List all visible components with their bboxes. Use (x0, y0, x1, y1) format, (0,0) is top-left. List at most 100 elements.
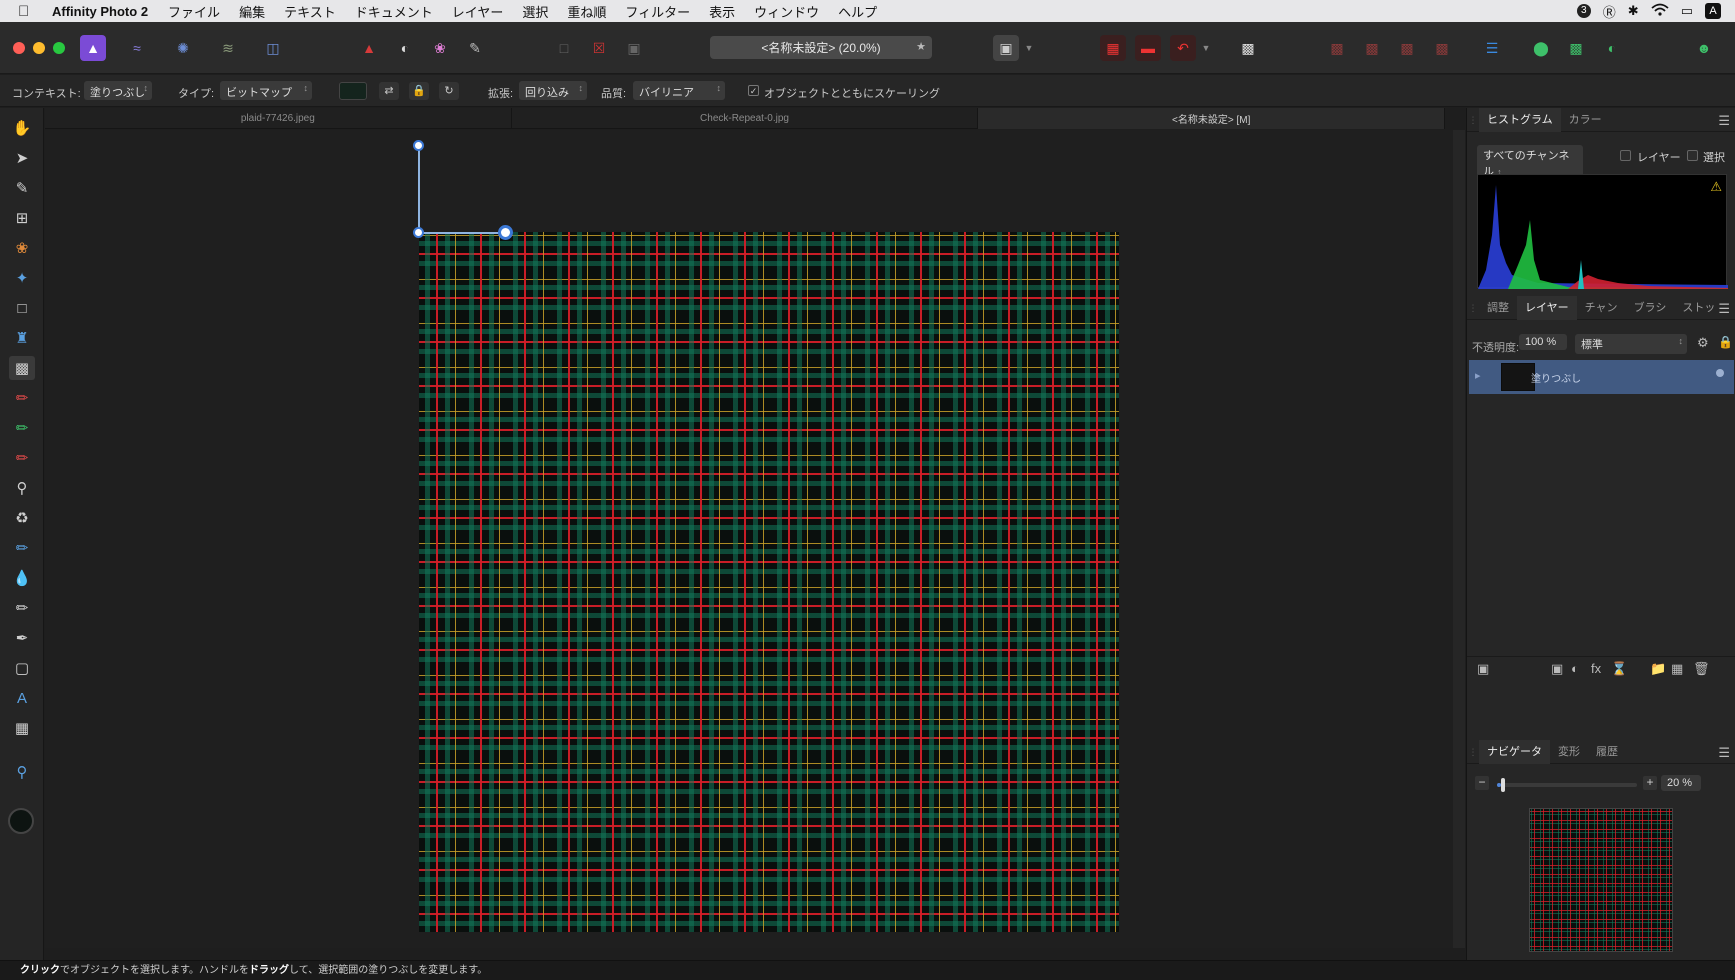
healing-brush-tool-icon[interactable]: ✏ (9, 536, 35, 560)
hand-tool-icon[interactable]: ✋ (9, 116, 35, 140)
zoom-slider-knob[interactable] (1501, 778, 1505, 792)
tab-untitled[interactable]: <名称未設定> [M] (978, 108, 1446, 129)
tone-mapping-persona-icon[interactable]: ≋ (215, 35, 241, 61)
menu-edit[interactable]: 編集 (239, 2, 265, 21)
tab-check-repeat[interactable]: Check-Repeat-0.jpg (512, 108, 979, 129)
fill-handle-right[interactable] (498, 225, 513, 240)
menu-select[interactable]: 選択 (522, 2, 548, 21)
dodge-tool-icon[interactable]: ⚲ (9, 476, 35, 500)
tab-stock[interactable]: ストッ (1674, 296, 1723, 320)
tab-color[interactable]: カラー (1561, 108, 1610, 132)
tab-layers[interactable]: レイヤー (1517, 295, 1577, 320)
arrange-back-icon[interactable]: ▩ (1324, 35, 1350, 61)
zoom-tool-icon[interactable]: ⚲ (9, 760, 35, 784)
paint-brush-tool-icon[interactable]: ✏ (9, 386, 35, 410)
arrange-backward-icon[interactable]: ▩ (1359, 35, 1385, 61)
tab-navigator[interactable]: ナビゲータ (1479, 739, 1550, 764)
delete-layer-icon[interactable]: 🗑 (1693, 661, 1710, 677)
minimize-window-button[interactable] (33, 42, 45, 54)
smudge-brush-tool-icon[interactable]: ✏ (9, 596, 35, 620)
lock-aspect-icon[interactable]: 🔒 (409, 82, 429, 100)
document-title[interactable]: <名称未設定> (20.0%) ★ (710, 36, 932, 59)
gradient-tool-icon[interactable]: ▩ (9, 356, 35, 380)
assistant-icon[interactable]: ▬ (1135, 35, 1161, 61)
boolean-intersect-icon[interactable]: ◐ (1599, 35, 1625, 61)
panel-grip-icon[interactable]: ⋮ (1467, 108, 1479, 132)
layer-row[interactable]: ▸ 塗りつぶし (1469, 360, 1734, 394)
account-icon[interactable]: ☻ (1691, 35, 1717, 61)
zoom-window-button[interactable] (53, 42, 65, 54)
fx-icon[interactable]: fx (1591, 661, 1601, 676)
vertical-scrollbar[interactable] (1453, 130, 1465, 948)
add-group-icon[interactable]: 📁 (1650, 661, 1666, 677)
copyright-icon[interactable]: Ⓡ (1603, 2, 1616, 21)
quality-dropdown[interactable]: バイリニア ↕ (633, 81, 725, 100)
auto-contrast-icon[interactable]: ◐ (392, 35, 418, 61)
context-dropdown[interactable]: 塗りつぶし ↕ (84, 81, 152, 100)
badge-3-icon[interactable]: 3 (1576, 4, 1591, 18)
menu-document[interactable]: ドキュメント (355, 2, 433, 21)
menu-view[interactable]: 表示 (709, 2, 735, 21)
lock-icon[interactable]: 🔒 (1718, 335, 1733, 349)
adjustment-icon[interactable]: ◐ (1571, 661, 1579, 676)
reverse-icon[interactable]: ⇄ (379, 82, 399, 100)
snapping-dropdown-icon[interactable]: ▼ (1199, 35, 1213, 61)
color-picker-tool-icon[interactable]: ✎ (9, 176, 35, 200)
pixel-tool-icon[interactable]: ✏ (9, 416, 35, 440)
pen-tool-icon[interactable]: ✒ (9, 626, 35, 650)
menu-arrange[interactable]: 重ね順 (567, 2, 606, 21)
boolean-subtract-icon[interactable]: ▩ (1563, 35, 1589, 61)
undo-mode-icon[interactable]: ↶ (1170, 35, 1196, 61)
marquee-icon[interactable]: □ (551, 35, 577, 61)
tab-history[interactable]: 履歴 (1588, 740, 1626, 764)
input-source-icon[interactable]: A (1705, 3, 1721, 19)
scale-with-object-checkbox[interactable]: ✓ (748, 85, 759, 96)
layer-settings-icon[interactable]: ⚙ (1697, 335, 1709, 351)
visibility-dot-icon[interactable] (1716, 369, 1724, 377)
auto-white-balance-icon[interactable]: ✎ (462, 35, 488, 61)
liquify-persona-icon[interactable]: ≈ (124, 35, 150, 61)
close-window-button[interactable] (13, 42, 25, 54)
tab-transform[interactable]: 変形 (1550, 740, 1588, 764)
panel-menu-icon[interactable]: ☰ (1718, 113, 1730, 129)
auto-levels-icon[interactable]: ▲ (356, 35, 382, 61)
selection-brush-tool-icon[interactable]: ❀ (9, 236, 35, 260)
navigator-thumbnail[interactable] (1529, 808, 1673, 952)
menu-text[interactable]: テキスト (284, 2, 336, 21)
tab-plaid[interactable]: plaid-77426.jpeg (45, 108, 512, 129)
selection-checkbox[interactable] (1687, 150, 1698, 161)
quick-mask-dropdown-icon[interactable]: ▼ (1022, 35, 1036, 61)
tab-histogram[interactable]: ヒストグラム (1479, 107, 1561, 132)
tab-channels[interactable]: チャン (1577, 296, 1626, 320)
warning-icon[interactable]: ⚠ (1710, 179, 1722, 195)
zoom-in-icon[interactable]: + (1643, 776, 1657, 790)
add-pixel-layer-icon[interactable]: ▦ (1671, 661, 1683, 677)
menu-help[interactable]: ヘルプ (838, 2, 877, 21)
assistant-settings-icon[interactable]: ▩ (1235, 35, 1261, 61)
fill-preview-swatch[interactable] (339, 82, 367, 100)
invert-selection-icon[interactable]: ▣ (621, 35, 647, 61)
zoom-slider[interactable] (1497, 778, 1637, 792)
panel-menu-icon[interactable]: ☰ (1718, 301, 1730, 317)
arrange-front-icon[interactable]: ▩ (1429, 35, 1455, 61)
menu-layer[interactable]: レイヤー (452, 2, 504, 21)
flood-fill-tool-icon[interactable]: ♜ (9, 326, 35, 350)
app-menu[interactable]: Affinity Photo 2 (52, 4, 148, 19)
snapping-icon[interactable]: ▦ (1100, 35, 1126, 61)
mesh-warp-tool-icon[interactable]: ▦ (9, 716, 35, 740)
clone-tool-icon[interactable]: ♻ (9, 506, 35, 530)
rectangle-tool-icon[interactable]: ▢ (9, 656, 35, 680)
wifi-icon[interactable] (1651, 3, 1669, 19)
arrange-forward-icon[interactable]: ▩ (1394, 35, 1420, 61)
bluetooth-icon[interactable]: ✱ (1628, 3, 1639, 19)
plaid-fill-image[interactable] (419, 232, 1119, 932)
panel-grip-icon[interactable]: ⋮ (1467, 296, 1479, 320)
reset-icon[interactable]: ↻ (439, 82, 459, 100)
marquee-tool-icon[interactable]: □ (9, 296, 35, 320)
layer-checkbox[interactable] (1620, 150, 1631, 161)
extend-dropdown[interactable]: 回り込み ↕ (519, 81, 587, 100)
tab-adjustments[interactable]: 調整 (1479, 296, 1517, 320)
export-persona-icon[interactable]: ◫ (260, 35, 286, 61)
erase-brush-tool-icon[interactable]: ✏ (9, 446, 35, 470)
apple-menu-icon[interactable]:  (18, 3, 40, 20)
